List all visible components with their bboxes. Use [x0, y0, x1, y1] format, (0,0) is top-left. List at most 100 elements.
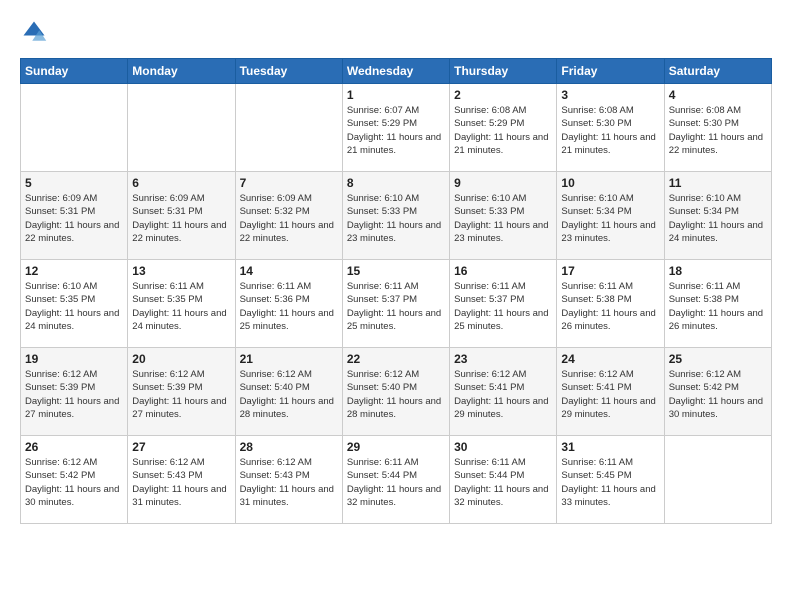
week-row-4: 19 Sunrise: 6:12 AM Sunset: 5:39 PM Dayli…	[21, 348, 772, 436]
calendar-cell: 11Sunrise: 6:10 AM Sunset: 5:34 PM Dayli…	[664, 172, 771, 260]
calendar-cell: 26Sunrise: 6:12 AM Sunset: 5:42 PM Dayli…	[21, 436, 128, 524]
day-info: Sunrise: 6:11 AM Sunset: 5:45 PM Dayligh…	[561, 456, 659, 509]
calendar-cell: 15 Sunrise: 6:11 AM Sunset: 5:37 PM Dayli…	[342, 260, 449, 348]
day-info: Sunrise: 6:12 AM Sunset: 5:43 PM Dayligh…	[132, 456, 230, 509]
day-number: 23	[454, 352, 552, 366]
day-number: 31	[561, 440, 659, 454]
day-info: Sunrise: 6:10 AM Sunset: 5:35 PM Dayligh…	[25, 280, 123, 333]
day-number: 16	[454, 264, 552, 278]
day-info: Sunrise: 6:12 AM Sunset: 5:40 PM Dayligh…	[240, 368, 338, 421]
logo-icon	[20, 18, 48, 46]
weekday-header-sunday: Sunday	[21, 59, 128, 84]
day-info: Sunrise: 6:12 AM Sunset: 5:40 PM Dayligh…	[347, 368, 445, 421]
day-info: Sunrise: 6:11 AM Sunset: 5:44 PM Dayligh…	[347, 456, 445, 509]
day-number: 26	[25, 440, 123, 454]
calendar-cell: 16 Sunrise: 6:11 AM Sunset: 5:37 PM Dayli…	[450, 260, 557, 348]
day-number: 6	[132, 176, 230, 190]
day-info: Sunrise: 6:11 AM Sunset: 5:44 PM Dayligh…	[454, 456, 552, 509]
calendar-cell: 29 Sunrise: 6:11 AM Sunset: 5:44 PM Dayli…	[342, 436, 449, 524]
calendar-cell: 6 Sunrise: 6:09 AM Sunset: 5:31 PM Daylig…	[128, 172, 235, 260]
calendar-table: SundayMondayTuesdayWednesdayThursdayFrid…	[20, 58, 772, 524]
calendar-cell: 7 Sunrise: 6:09 AM Sunset: 5:32 PM Daylig…	[235, 172, 342, 260]
day-info: Sunrise: 6:11 AM Sunset: 5:36 PM Dayligh…	[240, 280, 338, 333]
day-info: Sunrise: 6:12 AM Sunset: 5:39 PM Dayligh…	[132, 368, 230, 421]
day-info: Sunrise: 6:12 AM Sunset: 5:42 PM Dayligh…	[669, 368, 767, 421]
day-number: 7	[240, 176, 338, 190]
day-info: Sunrise: 6:09 AM Sunset: 5:32 PM Dayligh…	[240, 192, 338, 245]
calendar-cell: 30 Sunrise: 6:11 AM Sunset: 5:44 PM Dayli…	[450, 436, 557, 524]
day-info: Sunrise: 6:10 AM Sunset: 5:33 PM Dayligh…	[347, 192, 445, 245]
calendar-cell: 1 Sunrise: 6:07 AM Sunset: 5:29 PM Daylig…	[342, 84, 449, 172]
day-number: 5	[25, 176, 123, 190]
calendar-cell: 12 Sunrise: 6:10 AM Sunset: 5:35 PM Dayli…	[21, 260, 128, 348]
day-number: 11	[669, 176, 767, 190]
day-info: Sunrise: 6:09 AM Sunset: 5:31 PM Dayligh…	[132, 192, 230, 245]
calendar-cell	[21, 84, 128, 172]
day-number: 20	[132, 352, 230, 366]
day-number: 8	[347, 176, 445, 190]
calendar-cell: 8 Sunrise: 6:10 AM Sunset: 5:33 PM Daylig…	[342, 172, 449, 260]
week-row-5: 26Sunrise: 6:12 AM Sunset: 5:42 PM Dayli…	[21, 436, 772, 524]
day-info: Sunrise: 6:10 AM Sunset: 5:33 PM Dayligh…	[454, 192, 552, 245]
header	[20, 18, 772, 46]
day-info: Sunrise: 6:09 AM Sunset: 5:31 PM Dayligh…	[25, 192, 123, 245]
day-number: 24	[561, 352, 659, 366]
logo	[20, 18, 52, 46]
day-info: Sunrise: 6:12 AM Sunset: 5:43 PM Dayligh…	[240, 456, 338, 509]
day-number: 14	[240, 264, 338, 278]
day-number: 25	[669, 352, 767, 366]
day-number: 27	[132, 440, 230, 454]
day-info: Sunrise: 6:11 AM Sunset: 5:35 PM Dayligh…	[132, 280, 230, 333]
day-number: 9	[454, 176, 552, 190]
day-info: Sunrise: 6:11 AM Sunset: 5:38 PM Dayligh…	[669, 280, 767, 333]
calendar-cell	[235, 84, 342, 172]
weekday-header-row: SundayMondayTuesdayWednesdayThursdayFrid…	[21, 59, 772, 84]
weekday-header-friday: Friday	[557, 59, 664, 84]
day-number: 29	[347, 440, 445, 454]
day-info: Sunrise: 6:08 AM Sunset: 5:29 PM Dayligh…	[454, 104, 552, 157]
day-number: 28	[240, 440, 338, 454]
day-number: 2	[454, 88, 552, 102]
week-row-1: 1 Sunrise: 6:07 AM Sunset: 5:29 PM Daylig…	[21, 84, 772, 172]
day-number: 19	[25, 352, 123, 366]
calendar-cell: 20 Sunrise: 6:12 AM Sunset: 5:39 PM Dayli…	[128, 348, 235, 436]
day-info: Sunrise: 6:12 AM Sunset: 5:41 PM Dayligh…	[454, 368, 552, 421]
day-info: Sunrise: 6:11 AM Sunset: 5:37 PM Dayligh…	[454, 280, 552, 333]
day-info: Sunrise: 6:08 AM Sunset: 5:30 PM Dayligh…	[561, 104, 659, 157]
day-number: 12	[25, 264, 123, 278]
calendar-cell: 10Sunrise: 6:10 AM Sunset: 5:34 PM Dayli…	[557, 172, 664, 260]
day-info: Sunrise: 6:08 AM Sunset: 5:30 PM Dayligh…	[669, 104, 767, 157]
calendar-cell: 13 Sunrise: 6:11 AM Sunset: 5:35 PM Dayli…	[128, 260, 235, 348]
calendar-cell: 5 Sunrise: 6:09 AM Sunset: 5:31 PM Daylig…	[21, 172, 128, 260]
weekday-header-tuesday: Tuesday	[235, 59, 342, 84]
day-info: Sunrise: 6:12 AM Sunset: 5:41 PM Dayligh…	[561, 368, 659, 421]
day-number: 10	[561, 176, 659, 190]
calendar-cell: 9 Sunrise: 6:10 AM Sunset: 5:33 PM Daylig…	[450, 172, 557, 260]
day-number: 13	[132, 264, 230, 278]
week-row-2: 5 Sunrise: 6:09 AM Sunset: 5:31 PM Daylig…	[21, 172, 772, 260]
calendar-cell: 17Sunrise: 6:11 AM Sunset: 5:38 PM Dayli…	[557, 260, 664, 348]
day-number: 1	[347, 88, 445, 102]
day-number: 4	[669, 88, 767, 102]
day-number: 30	[454, 440, 552, 454]
weekday-header-monday: Monday	[128, 59, 235, 84]
calendar-cell: 25 Sunrise: 6:12 AM Sunset: 5:42 PM Dayli…	[664, 348, 771, 436]
calendar-cell: 3Sunrise: 6:08 AM Sunset: 5:30 PM Daylig…	[557, 84, 664, 172]
calendar-cell: 28 Sunrise: 6:12 AM Sunset: 5:43 PM Dayli…	[235, 436, 342, 524]
calendar-cell: 24 Sunrise: 6:12 AM Sunset: 5:41 PM Dayli…	[557, 348, 664, 436]
day-info: Sunrise: 6:07 AM Sunset: 5:29 PM Dayligh…	[347, 104, 445, 157]
calendar-cell: 27 Sunrise: 6:12 AM Sunset: 5:43 PM Dayli…	[128, 436, 235, 524]
calendar-cell: 14 Sunrise: 6:11 AM Sunset: 5:36 PM Dayli…	[235, 260, 342, 348]
calendar-cell: 22Sunrise: 6:12 AM Sunset: 5:40 PM Dayli…	[342, 348, 449, 436]
weekday-header-saturday: Saturday	[664, 59, 771, 84]
day-number: 15	[347, 264, 445, 278]
day-number: 21	[240, 352, 338, 366]
calendar-cell: 2 Sunrise: 6:08 AM Sunset: 5:29 PM Daylig…	[450, 84, 557, 172]
day-number: 18	[669, 264, 767, 278]
calendar-cell: 4 Sunrise: 6:08 AM Sunset: 5:30 PM Daylig…	[664, 84, 771, 172]
calendar-cell: 19 Sunrise: 6:12 AM Sunset: 5:39 PM Dayli…	[21, 348, 128, 436]
day-info: Sunrise: 6:12 AM Sunset: 5:39 PM Dayligh…	[25, 368, 123, 421]
calendar-cell	[664, 436, 771, 524]
day-info: Sunrise: 6:11 AM Sunset: 5:37 PM Dayligh…	[347, 280, 445, 333]
weekday-header-thursday: Thursday	[450, 59, 557, 84]
